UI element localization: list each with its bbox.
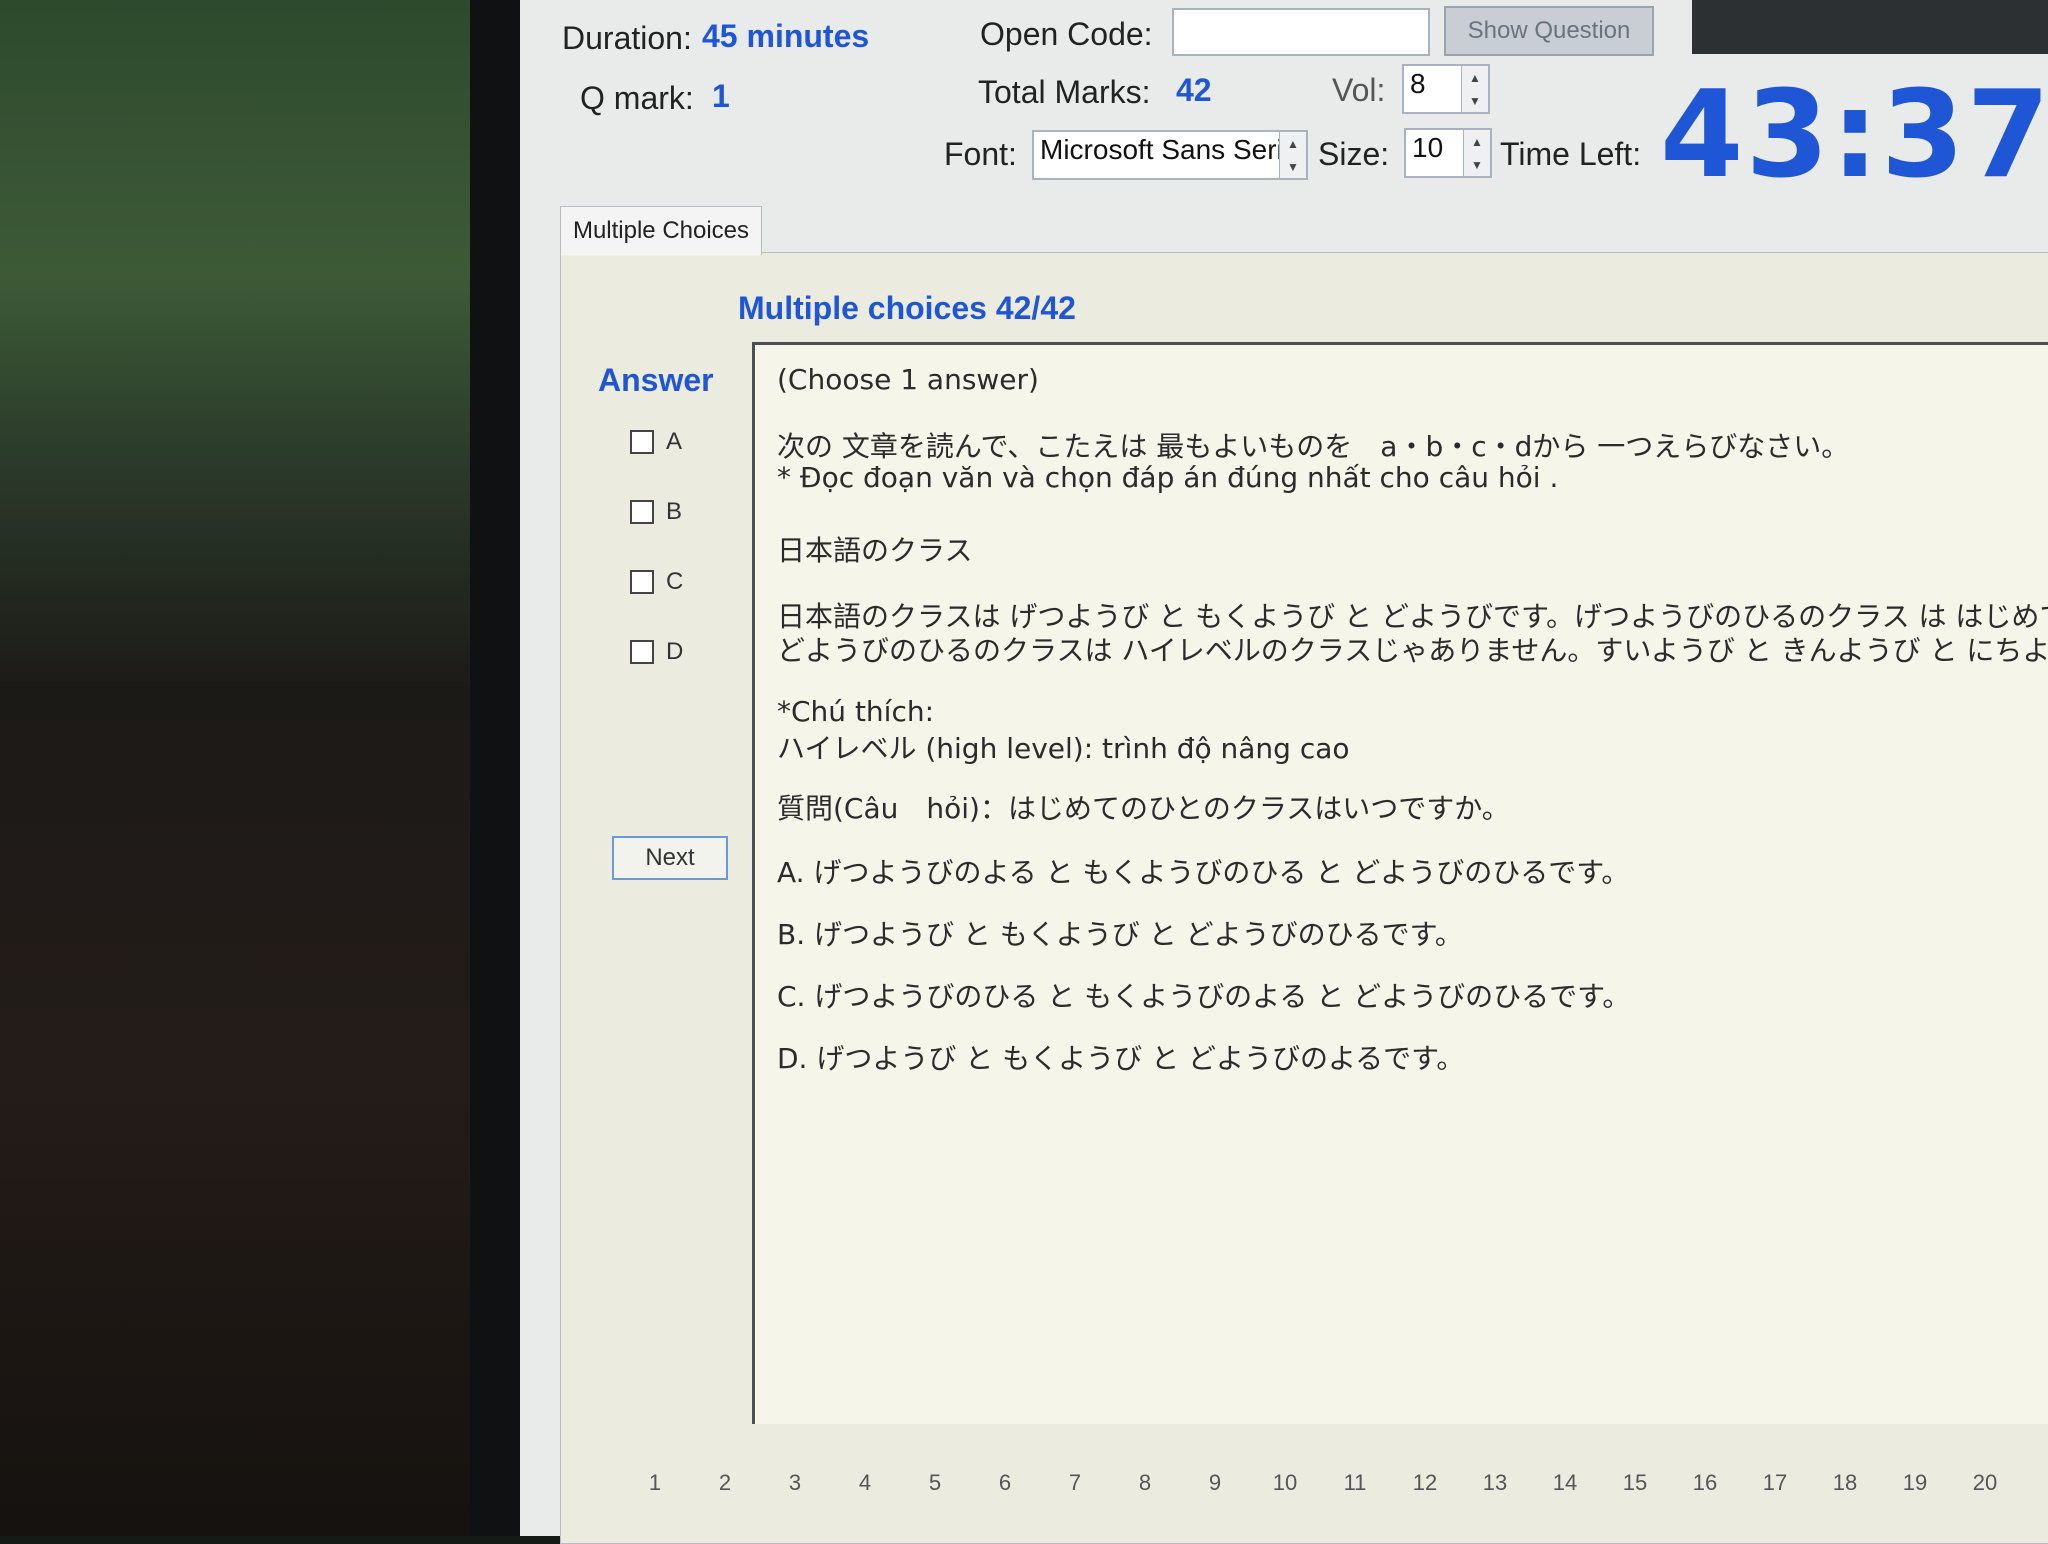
page-link[interactable]: 2 bbox=[2020, 1470, 2048, 1496]
page-link[interactable]: 11 bbox=[1320, 1470, 1390, 1496]
vol-label: Vol: bbox=[1332, 72, 1386, 108]
total-marks-label: Total Marks: bbox=[978, 74, 1151, 110]
page-link[interactable]: 7 bbox=[1040, 1470, 1110, 1496]
section-title: Multiple choices 42/42 bbox=[738, 290, 1076, 326]
answer-option-a[interactable]: A bbox=[630, 428, 682, 456]
size-stepper[interactable]: 10 ▲ ▼ bbox=[1404, 128, 1492, 178]
answer-title: Answer bbox=[598, 362, 714, 398]
page-link[interactable]: 3 bbox=[760, 1470, 830, 1496]
question-line-jp: 次の 文章を読んで、こたえは 最もよいものを a・b・c・dから 一つえらびなさ… bbox=[777, 430, 1850, 463]
size-value: 10 bbox=[1412, 132, 1444, 163]
answer-option-label: C bbox=[666, 568, 684, 595]
page-link[interactable]: 14 bbox=[1530, 1470, 1600, 1496]
page-link[interactable]: 17 bbox=[1740, 1470, 1810, 1496]
exam-window: Duration: 45 minutes Open Code: Show Que… bbox=[520, 0, 2048, 1544]
next-button[interactable]: Next bbox=[612, 836, 728, 880]
page-link[interactable]: 1 bbox=[620, 1470, 690, 1496]
header-dark-bar bbox=[1692, 0, 2048, 54]
page-link[interactable]: 6 bbox=[970, 1470, 1040, 1496]
page-link[interactable]: 2 bbox=[690, 1470, 760, 1496]
choice-b: B. げつようび と もくようび と どようびのひるです。 bbox=[777, 918, 1463, 951]
answer-option-label: D bbox=[666, 638, 684, 665]
answer-option-d[interactable]: D bbox=[630, 638, 683, 666]
choice-c: C. げつようびのひる と もくようびのよる と どようびのひるです。 bbox=[777, 980, 1631, 1013]
open-code-label: Open Code: bbox=[980, 16, 1153, 52]
tab-multiple-choices[interactable]: Multiple Choices bbox=[560, 206, 762, 255]
answer-option-label: A bbox=[666, 428, 683, 455]
checkbox-c[interactable] bbox=[630, 570, 654, 594]
choice-a: A. げつようびのよる と もくようびのひる と どようびのひるです。 bbox=[777, 856, 1630, 889]
question-prompt: 質問(Câu hỏi)：はじめてのひとのクラスはいつですか。 bbox=[777, 792, 1510, 825]
vol-stepper[interactable]: 8 ▲ ▼ bbox=[1402, 64, 1490, 114]
q-mark-value: 1 bbox=[712, 78, 730, 114]
question-pager: 1 2 3 4 5 6 7 8 9 10 11 12 13 14 15 16 1… bbox=[620, 1470, 2048, 1496]
page-link[interactable]: 19 bbox=[1880, 1470, 1950, 1496]
show-question-button[interactable]: Show Question bbox=[1444, 6, 1654, 56]
duration-value: 45 minutes bbox=[702, 18, 870, 54]
font-spin-icon[interactable]: ▲ ▼ bbox=[1279, 132, 1306, 178]
answer-option-b[interactable]: B bbox=[630, 498, 682, 526]
font-label: Font: bbox=[944, 136, 1017, 172]
size-label: Size: bbox=[1318, 136, 1390, 172]
page-link[interactable]: 4 bbox=[830, 1470, 900, 1496]
total-marks-value: 42 bbox=[1176, 72, 1212, 108]
note-body: ハイレベル (high level): trình độ nâng cao bbox=[777, 732, 1350, 765]
font-value: Microsoft Sans Serif bbox=[1040, 134, 1291, 165]
answer-option-label: B bbox=[666, 498, 683, 525]
question-instruction: (Choose 1 answer) bbox=[777, 363, 1039, 396]
page-link[interactable]: 20 bbox=[1950, 1470, 2020, 1496]
size-spin-icon[interactable]: ▲ ▼ bbox=[1463, 130, 1490, 176]
page-link[interactable]: 15 bbox=[1600, 1470, 1670, 1496]
page-link[interactable]: 16 bbox=[1670, 1470, 1740, 1496]
note-title: *Chú thích: bbox=[777, 695, 935, 728]
checkbox-b[interactable] bbox=[630, 500, 654, 524]
choice-d: D. げつようび と もくようび と どようびのよるです。 bbox=[777, 1042, 1465, 1075]
vol-value: 8 bbox=[1410, 68, 1426, 99]
question-line-vn: * Đọc đoạn văn và chọn đáp án đúng nhất … bbox=[777, 461, 1559, 494]
q-mark-label: Q mark: bbox=[580, 80, 694, 116]
duration-label: Duration: bbox=[562, 20, 692, 56]
passage-line-2: どようびのひるのクラスは ハイレベルのクラスじゃありません。すいようび と きん… bbox=[777, 634, 2048, 667]
time-left-timer: 43:37 bbox=[1660, 66, 2048, 205]
page-link[interactable]: 12 bbox=[1390, 1470, 1460, 1496]
open-code-input[interactable] bbox=[1172, 8, 1430, 56]
checkbox-d[interactable] bbox=[630, 640, 654, 664]
page-link[interactable]: 5 bbox=[900, 1470, 970, 1496]
time-left-label: Time Left: bbox=[1500, 136, 1642, 172]
page-link[interactable]: 10 bbox=[1250, 1470, 1320, 1496]
page-link[interactable]: 13 bbox=[1460, 1470, 1530, 1496]
vol-spin-icon[interactable]: ▲ ▼ bbox=[1461, 66, 1488, 112]
passage-title: 日本語のクラス bbox=[777, 534, 973, 567]
font-select[interactable]: Microsoft Sans Serif ▲ ▼ bbox=[1032, 130, 1308, 180]
page-link[interactable]: 9 bbox=[1180, 1470, 1250, 1496]
question-panel: (Choose 1 answer) 次の 文章を読んで、こたえは 最もよいものを… bbox=[752, 342, 2048, 1424]
page-link[interactable]: 8 bbox=[1110, 1470, 1180, 1496]
answer-option-c[interactable]: C bbox=[630, 568, 683, 596]
page-link[interactable]: 18 bbox=[1810, 1470, 1880, 1496]
checkbox-a[interactable] bbox=[630, 430, 654, 454]
